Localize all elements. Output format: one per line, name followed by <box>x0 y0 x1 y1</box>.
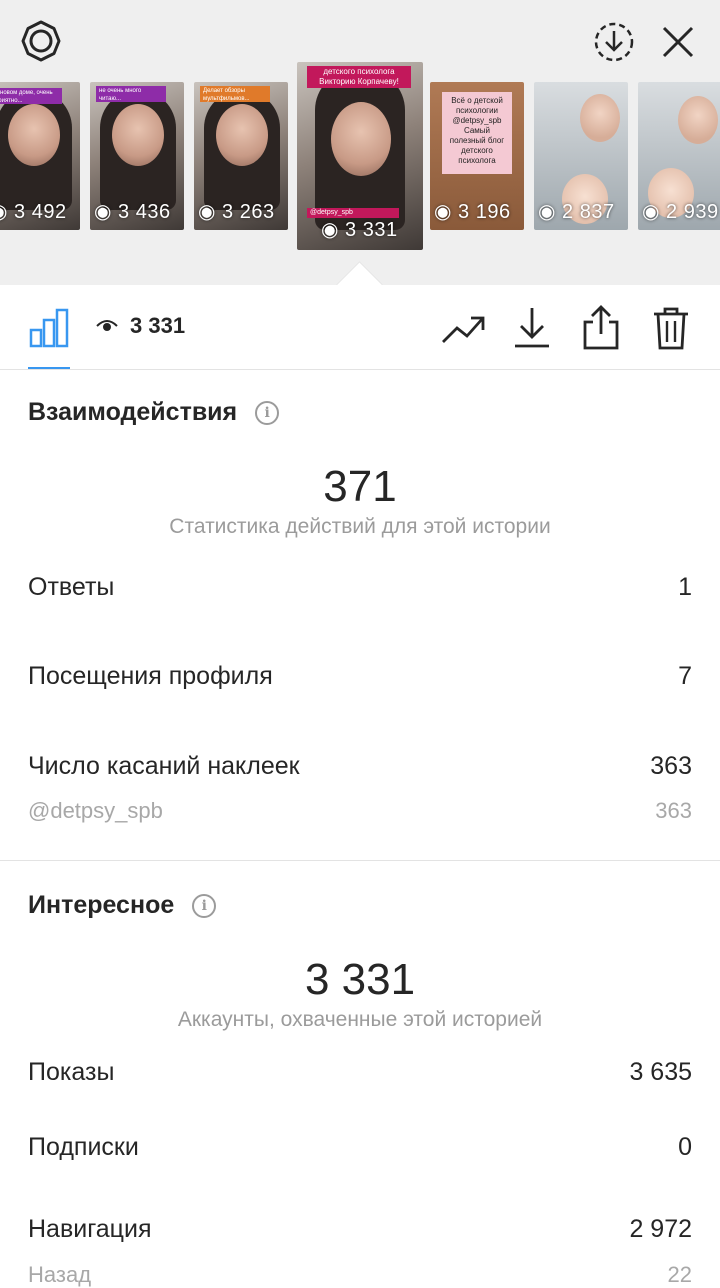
stat-row-follows: Подписки 0 <box>28 1133 692 1161</box>
stat-row-navigation: Навигация 2 972 <box>28 1215 692 1243</box>
story-views: ◉ 3 263 <box>198 201 275 223</box>
interactions-title: Взаимодействия i <box>28 398 280 427</box>
download-icon[interactable] <box>512 305 552 349</box>
story-thumbnail[interactable]: Всё о детской психологии @detpsy_spb Сам… <box>430 82 524 230</box>
story-views: ◉ 2 837 <box>538 201 615 223</box>
info-icon[interactable]: i <box>192 893 217 918</box>
story-views: ◉ 2 939 <box>642 201 719 223</box>
story-thumbnail[interactable]: Делает обзоры мультфильмов... ◉ 3 263 <box>194 82 288 230</box>
trending-icon[interactable] <box>440 309 486 349</box>
story-thumbnail-selected[interactable]: детского психолога Викторию Корпачеву! @… <box>297 62 423 250</box>
story-views: ◉ 3 492 <box>0 201 67 223</box>
story-thumbnail[interactable]: ◉ 2 837 <box>534 82 628 230</box>
discovery-total: 3 331 <box>304 955 416 1004</box>
stat-subrow-sticker: @detpsy_spb 363 <box>28 798 692 823</box>
active-tab-indicator <box>28 367 70 369</box>
stat-row-sticker-taps: Число касаний наклеек 363 <box>28 752 692 780</box>
story-thumbnail[interactable]: ...новом доме, очень приятно... ◉ 3 492 <box>0 82 80 230</box>
stat-row-replies: Ответы 1 <box>28 573 692 601</box>
story-views: ◉ 3 436 <box>94 201 171 223</box>
story-thumbnail[interactable]: не очень много читаю... ◉ 3 436 <box>90 82 184 230</box>
stat-subrow-back: Назад 22 <box>28 1262 692 1287</box>
insights-toolbar: 3 331 <box>0 285 720 370</box>
discovery-title: Интересное i <box>28 891 217 920</box>
settings-icon[interactable] <box>18 18 64 64</box>
interactions-total: 371 <box>323 462 397 511</box>
reach-count: 3 331 <box>96 313 185 339</box>
story-views: ◉ 3 196 <box>434 201 511 223</box>
eye-icon <box>96 320 118 331</box>
info-icon[interactable]: i <box>255 400 280 425</box>
stat-row-profile-visits: Посещения профиля 7 <box>28 662 692 690</box>
story-views: ◉ 3 331 <box>321 219 398 241</box>
stat-row-impressions: Показы 3 635 <box>28 1058 692 1086</box>
close-icon[interactable] <box>658 22 698 62</box>
discovery-subtitle: Аккаунты, охваченные этой историей <box>177 1008 543 1031</box>
download-circle-icon[interactable] <box>592 20 636 64</box>
stories-strip: ...новом доме, очень приятно... ◉ 3 492 … <box>0 0 720 308</box>
interactions-subtitle: Статистика действий для этой истории <box>169 515 551 538</box>
trash-icon[interactable] <box>650 305 692 351</box>
story-thumbnails: ...новом доме, очень приятно... ◉ 3 492 … <box>0 62 720 250</box>
section-divider <box>0 860 720 861</box>
bar-chart-icon[interactable] <box>28 307 70 349</box>
story-thumbnail[interactable]: ◉ 2 939 <box>638 82 720 230</box>
share-icon[interactable] <box>580 303 622 351</box>
